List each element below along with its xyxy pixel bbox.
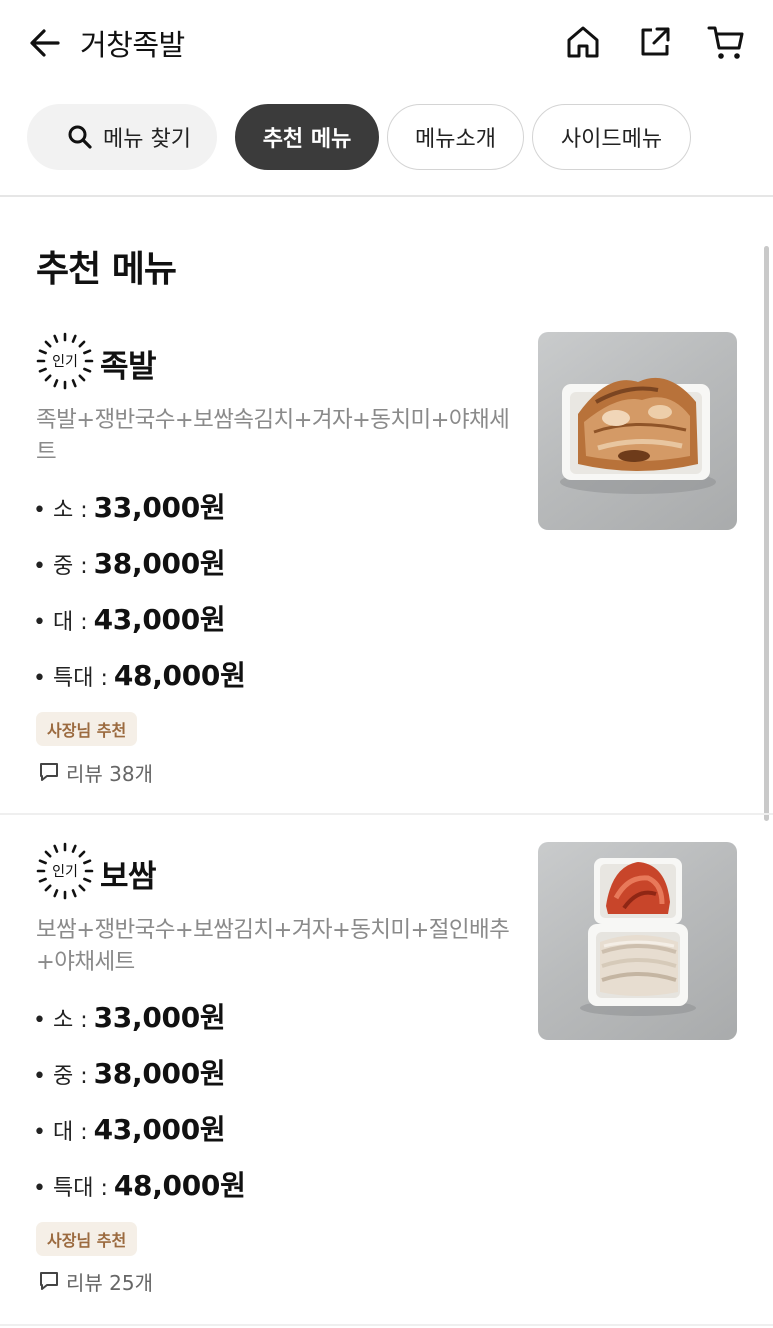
popular-badge: 인기 [36, 842, 94, 900]
back-button[interactable] [26, 24, 64, 62]
price-label: • 대 : [33, 1120, 88, 1145]
item-divider [0, 1324, 773, 1326]
menu-item[interactable]: 인기 족발 족발+쟁반국수+보쌈속김치+겨자+동치미+야채세트 • 소 : 33… [0, 332, 773, 812]
review-count-text: 리뷰 25개 [66, 1270, 154, 1295]
price-label: • 중 : [33, 1064, 88, 1089]
price-value: 38,000원 [93, 1057, 226, 1090]
tab-side-menu[interactable]: 사이드메뉴 [532, 104, 691, 170]
review-icon [38, 761, 60, 783]
item-divider [0, 813, 773, 815]
header-divider [0, 195, 773, 197]
menu-item-image[interactable] [538, 842, 737, 1040]
popular-badge-ring-icon: 인기 [36, 332, 94, 390]
tab-menu-intro[interactable]: 메뉴소개 [387, 104, 524, 170]
cart-icon [707, 26, 744, 59]
share-button[interactable] [635, 22, 675, 62]
price-extra-large: • 특대 : 48,000원 [33, 1164, 246, 1204]
popular-badge-text: 인기 [52, 354, 78, 370]
cart-button[interactable] [706, 22, 746, 62]
menu-item-name: 보쌈 [100, 859, 157, 895]
price-label: • 대 : [33, 610, 88, 635]
store-title: 거창족발 [80, 28, 185, 62]
back-arrow-icon [30, 29, 60, 57]
home-icon [567, 26, 599, 58]
price-extra-large: • 특대 : 48,000원 [33, 654, 246, 694]
menu-filter-bar: 메뉴 찾기 추천 메뉴 메뉴소개 사이드메뉴 [0, 104, 773, 172]
owner-recommend-tag: 사장님 추천 [36, 712, 138, 746]
review-count[interactable]: 리뷰 25개 [38, 1266, 153, 1296]
share-icon [641, 27, 670, 56]
price-value: 48,000원 [113, 659, 246, 692]
price-value: 33,000원 [93, 491, 226, 524]
section-title: 추천 메뉴 [36, 249, 177, 290]
price-value: 48,000원 [113, 1169, 246, 1202]
price-label: • 소 : [33, 1008, 88, 1033]
review-count[interactable]: 리뷰 38개 [38, 757, 153, 787]
price-label: • 특대 : [33, 1176, 108, 1201]
price-value: 43,000원 [93, 603, 226, 636]
price-small: • 소 : 33,000원 [33, 486, 226, 526]
popular-badge: 인기 [36, 332, 94, 390]
price-medium: • 중 : 38,000원 [33, 1052, 226, 1092]
search-icon [67, 124, 93, 150]
bossam-photo [580, 858, 696, 1016]
menu-item[interactable]: 인기 보쌈 보쌈+쟁반국수+보쌈김치+겨자+동치미+절인배추+야채세트 • 소 … [0, 842, 773, 1312]
review-icon [38, 1270, 60, 1292]
price-label: • 특대 : [33, 666, 108, 691]
jokbal-photo [560, 377, 716, 494]
price-small: • 소 : 33,000원 [33, 996, 226, 1036]
popular-badge-text: 인기 [52, 864, 78, 880]
price-value: 38,000원 [93, 547, 226, 580]
menu-item-image[interactable] [538, 332, 737, 530]
price-medium: • 중 : 38,000원 [33, 542, 226, 582]
price-value: 43,000원 [93, 1113, 226, 1146]
menu-item-description: 보쌈+쟁반국수+보쌈김치+겨자+동치미+절인배추+야채세트 [36, 917, 510, 975]
menu-item-name: 족발 [100, 349, 157, 385]
search-label: 메뉴 찾기 [103, 127, 191, 152]
top-bar: 거창족발 [0, 0, 773, 86]
menu-search-button[interactable]: 메뉴 찾기 [27, 104, 217, 170]
home-button[interactable] [563, 22, 603, 62]
menu-item-description: 족발+쟁반국수+보쌈속김치+겨자+동치미+야채세트 [36, 407, 510, 465]
owner-recommend-tag: 사장님 추천 [36, 1222, 138, 1256]
price-label: • 소 : [33, 498, 88, 523]
price-label: • 중 : [33, 554, 88, 579]
price-large: • 대 : 43,000원 [33, 598, 226, 638]
popular-badge-ring-icon: 인기 [36, 842, 94, 900]
tab-recommended[interactable]: 추천 메뉴 [235, 104, 379, 170]
review-count-text: 리뷰 38개 [66, 761, 154, 786]
price-large: • 대 : 43,000원 [33, 1108, 226, 1148]
price-value: 33,000원 [93, 1001, 226, 1034]
